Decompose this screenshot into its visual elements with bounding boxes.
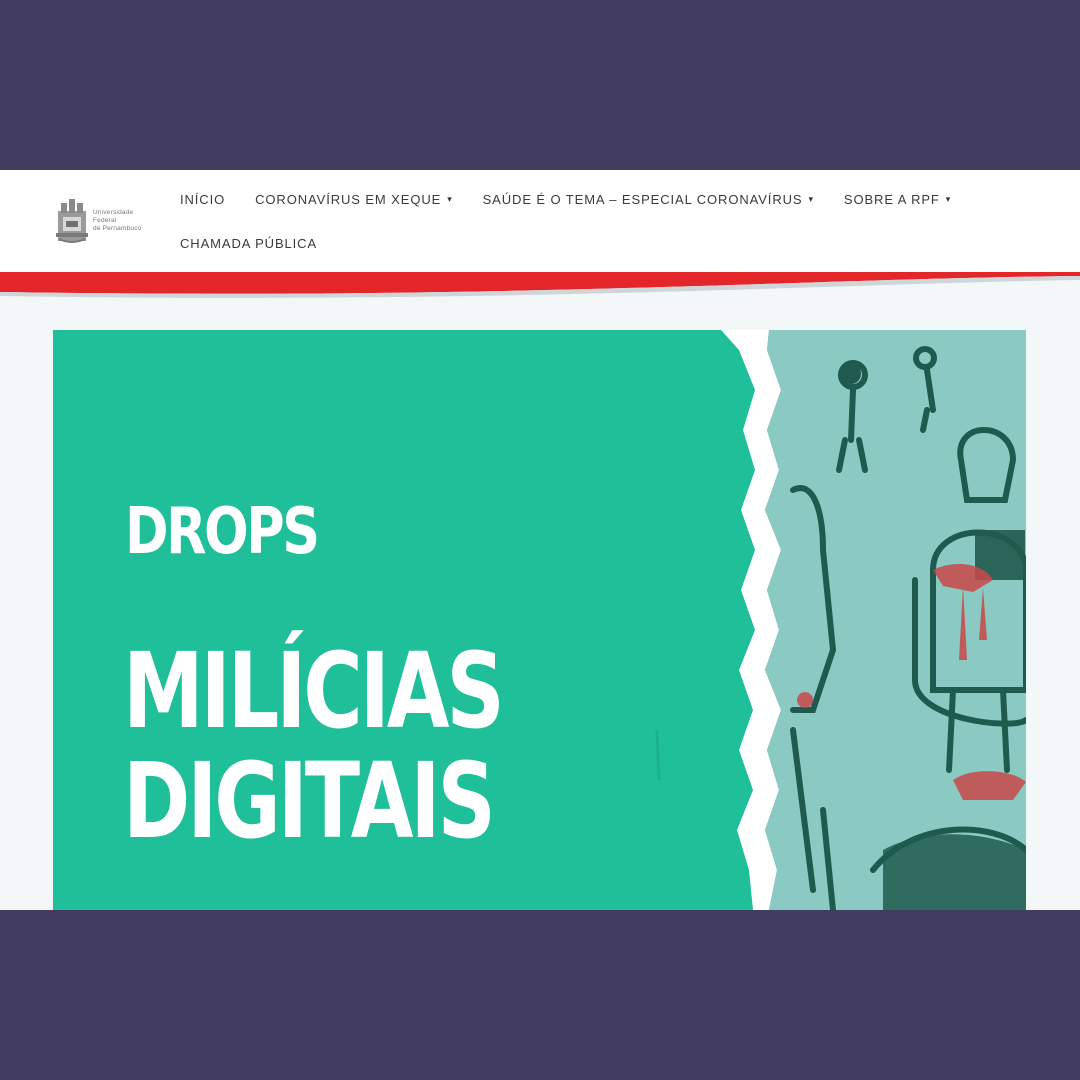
nav-item-inicio[interactable]: INÍCIO <box>180 192 225 207</box>
nav-row-1: INÍCIO CORONAVÍRUS EM XEQUE ▾ SAÚDE É O … <box>180 190 1060 208</box>
chevron-down-icon: ▾ <box>808 193 814 204</box>
website-screenshot: Universidade Federal de Pernambuco INÍCI… <box>0 170 1080 910</box>
hero-title-line-2: DIGITAIS <box>123 740 496 862</box>
logo-line-2: Federal <box>93 217 117 224</box>
logo-wordmark: Universidade Federal de Pernambuco <box>93 209 142 233</box>
nav-item-label: INÍCIO <box>180 191 226 207</box>
red-wave-divider <box>0 272 1080 298</box>
hero-banner[interactable]: DROPS MILÍCIAS DIGITAIS <box>53 330 1026 910</box>
logo-line-1: Universidade <box>93 209 134 216</box>
nav-item-coronavirus-em-xeque[interactable]: CORONAVÍRUS EM XEQUE ▾ <box>255 192 452 207</box>
chevron-down-icon: ▾ <box>447 193 453 204</box>
chevron-down-icon: ▾ <box>945 193 952 204</box>
nav-item-label: CORONAVÍRUS EM XEQUE <box>255 191 442 207</box>
nav-row-2: CHAMADA PÚBLICA <box>180 234 1060 252</box>
hero-title: MILÍCIAS DIGITAIS <box>123 630 505 862</box>
nav-item-label: CHAMADA PÚBLICA <box>180 235 318 251</box>
nav-item-label: SOBRE A RPF <box>843 191 940 207</box>
site-header: Universidade Federal de Pernambuco INÍCI… <box>0 170 1080 272</box>
main-navigation: INÍCIO CORONAVÍRUS EM XEQUE ▾ SAÚDE É O … <box>180 190 1060 278</box>
nav-item-chamada-publica[interactable]: CHAMADA PÚBLICA <box>180 236 317 251</box>
bottom-frame-band <box>0 910 1080 1080</box>
ufpe-logo[interactable]: Universidade Federal de Pernambuco <box>55 196 151 246</box>
nav-item-saude-e-o-tema[interactable]: SAÚDE É O TEMA – ESPECIAL CORONAVÍRUS ▾ <box>483 192 814 207</box>
nav-item-sobre-a-rpf[interactable]: SOBRE A RPF ▾ <box>844 192 951 207</box>
hero-kicker: DROPS <box>125 495 320 569</box>
hero-title-line-1: MILÍCIAS <box>123 630 505 752</box>
nav-item-label: SAÚDE É O TEMA – ESPECIAL CORONAVÍRUS <box>482 191 803 207</box>
top-frame-band <box>0 0 1080 170</box>
logo-line-3: de Pernambuco <box>93 225 142 232</box>
university-seal-icon <box>56 199 88 243</box>
